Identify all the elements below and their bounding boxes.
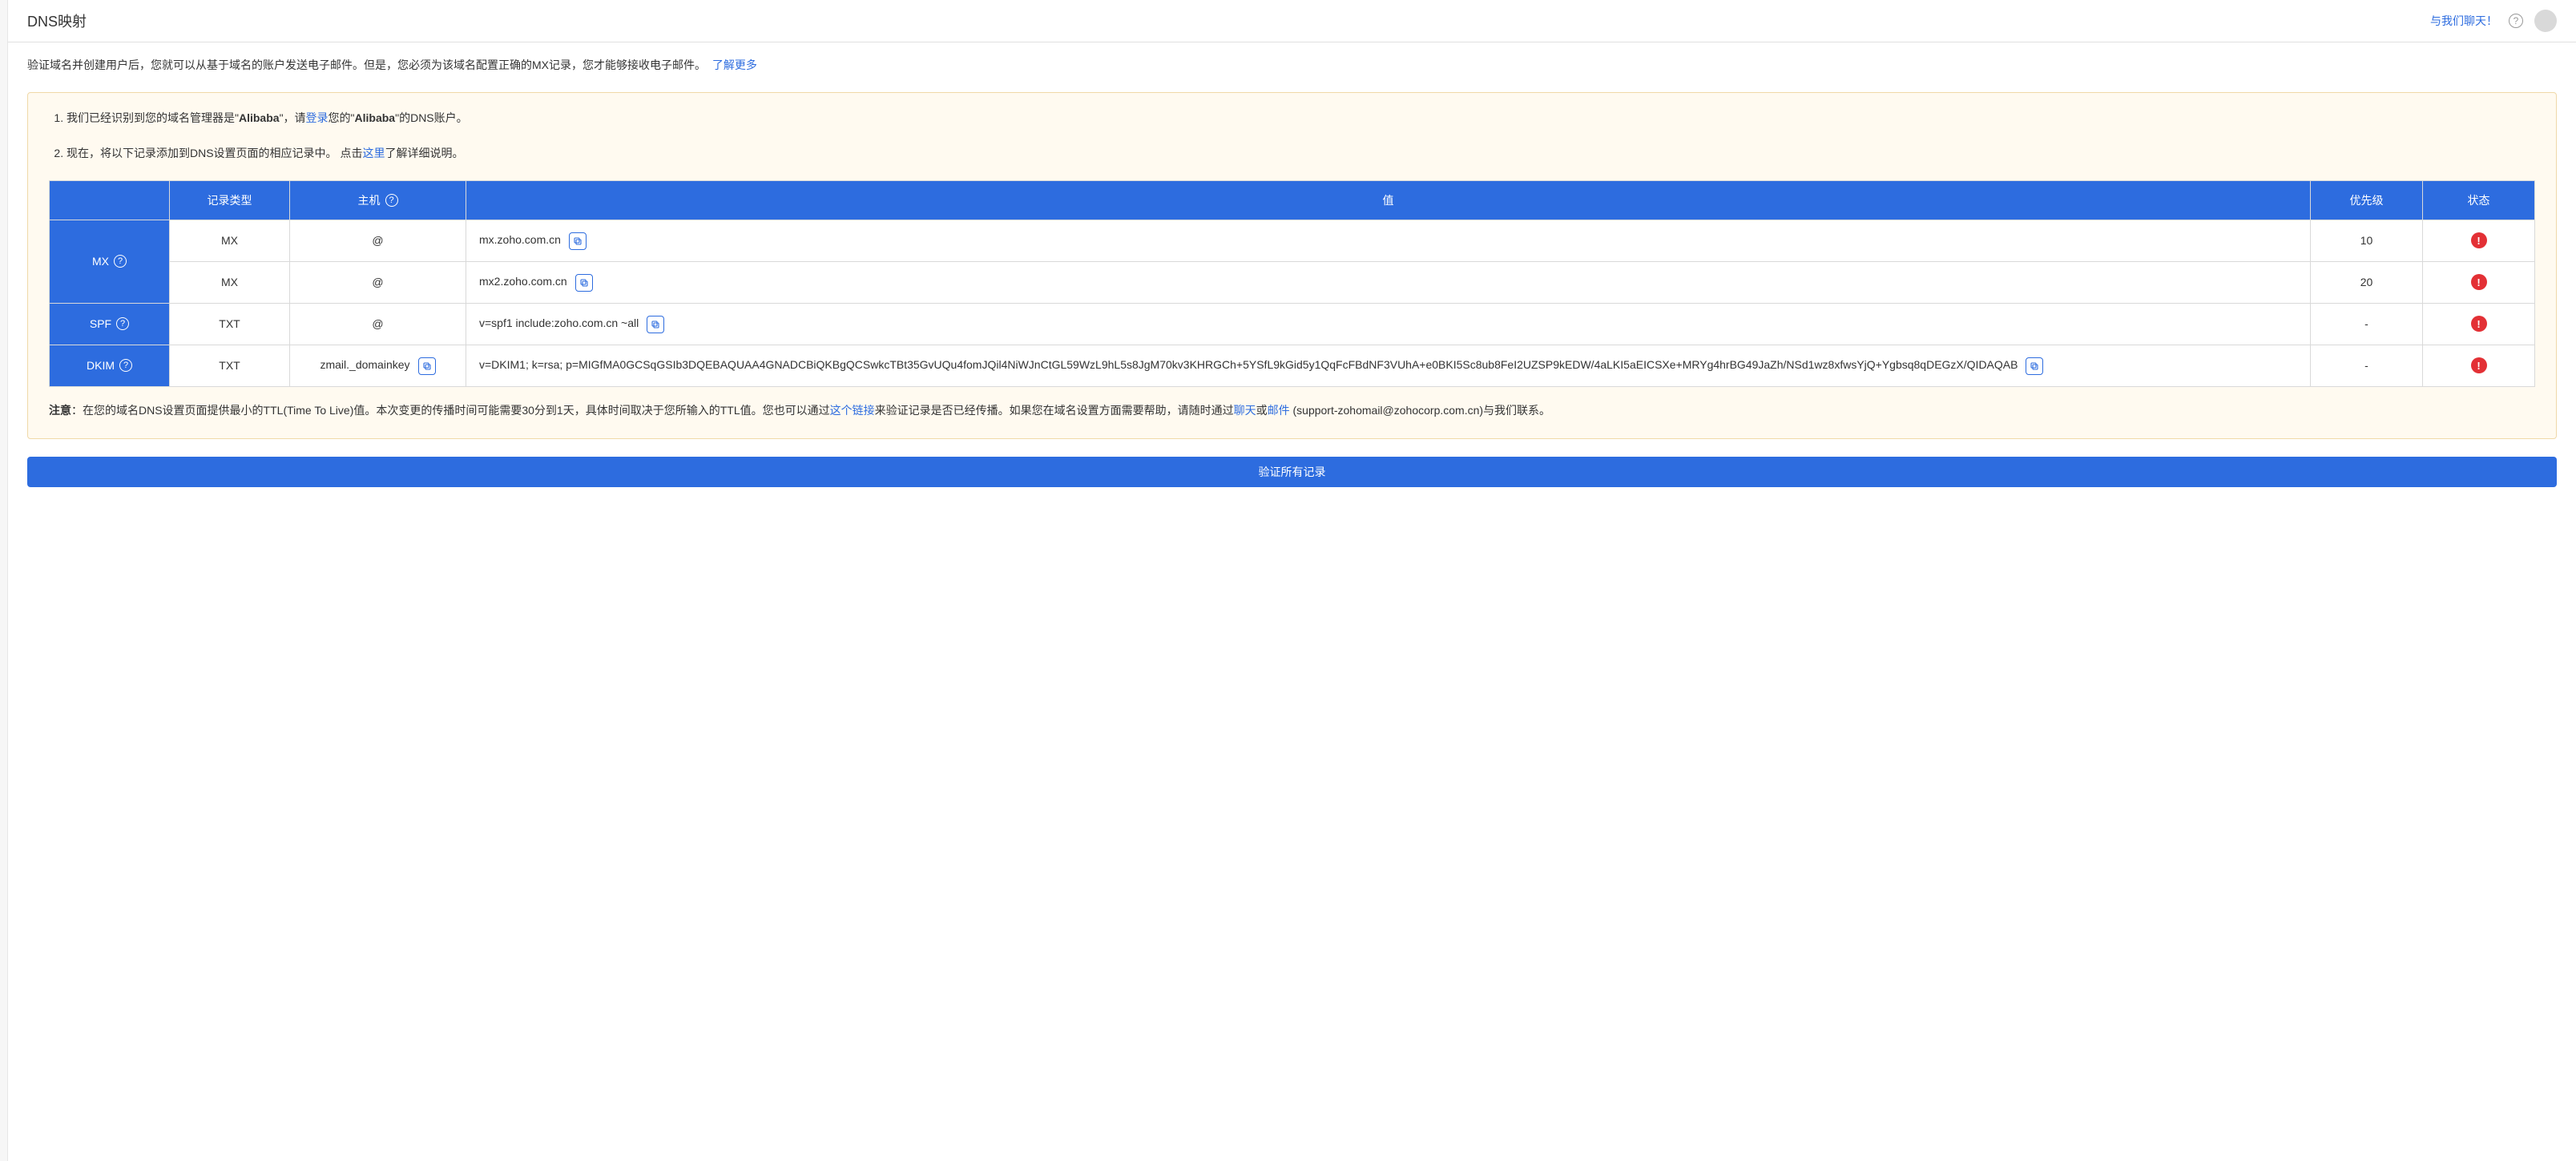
group-dkim: DKIM ? [50,345,170,386]
error-icon: ! [2471,274,2487,290]
note-t1: ：在您的域名DNS设置页面提供最小的TTL(Time To Live)值。本次变… [71,404,830,417]
cell-value: v=DKIM1; k=rsa; p=MIGfMA0GCSqGSIb3DQEBAQ… [466,345,2311,386]
th-empty [50,180,170,220]
chat-link-inline[interactable]: 聊天 [1234,404,1256,417]
table-row: SPF ? TXT @ v=spf1 include:zoho.com.cn ~… [50,303,2535,345]
value-text: mx2.zoho.com.cn [479,273,567,290]
avatar[interactable] [2534,10,2557,32]
tip1-provider2: Alibaba [355,111,396,124]
help-icon[interactable]: ? [114,255,127,268]
tip1-pre: 我们已经识别到您的域名管理器是" [67,111,239,124]
error-icon: ! [2471,357,2487,373]
here-link[interactable]: 这里 [362,147,385,159]
table-row: DKIM ? TXT zmail._domainkey [50,345,2535,386]
copy-icon[interactable] [2026,357,2043,375]
cell-priority: - [2311,303,2423,345]
cell-status: ! [2423,220,2535,261]
cell-host: zmail._domainkey [290,345,466,386]
login-link[interactable]: 登录 [306,111,329,124]
cell-value: mx2.zoho.com.cn [466,261,2311,303]
cell-value: v=spf1 include:zoho.com.cn ~all [466,303,2311,345]
note-text: 注意：在您的域名DNS设置页面提供最小的TTL(Time To Live)值。本… [49,401,2535,421]
copy-icon[interactable] [575,274,593,292]
sidebar-stub [0,0,8,1161]
table-row: MX @ mx2.zoho.com.cn 20 ! [50,261,2535,303]
tip1-mid2: 您的" [329,111,355,124]
help-icon[interactable]: ? [2509,14,2523,28]
cell-value: mx.zoho.com.cn [466,220,2311,261]
cell-priority: - [2311,345,2423,386]
th-priority: 优先级 [2311,180,2423,220]
table-row: MX ? MX @ mx.zoho.com.cn [50,220,2535,261]
tip-item-1: 我们已经识别到您的域名管理器是"Alibaba"，请登录您的"Alibaba"的… [67,109,2535,127]
host-text: zmail._domainkey [320,357,409,373]
value-text: mx.zoho.com.cn [479,232,561,248]
note-t2: 来验证记录是否已经传播。如果您在域名设置方面需要帮助，请随时通过 [875,404,1234,417]
th-status: 状态 [2423,180,2535,220]
group-spf: SPF ? [50,303,170,345]
tip-item-2: 现在，将以下记录添加到DNS设置页面的相应记录中。 点击这里了解详细说明。 [67,144,2535,162]
cell-priority: 20 [2311,261,2423,303]
email-link[interactable]: 邮件 [1268,404,1290,417]
error-icon: ! [2471,232,2487,248]
help-icon[interactable]: ? [385,194,398,207]
tip1-post: "的DNS账户。 [395,111,468,124]
cell-host: @ [290,220,466,261]
help-icon[interactable]: ? [119,359,132,372]
learn-more-link[interactable]: 了解更多 [712,58,757,71]
chat-link[interactable]: 与我们聊天！ [2430,13,2497,29]
dns-table: 记录类型 主机 ? 值 优先级 状态 [49,180,2535,387]
value-text: v=DKIM1; k=rsa; p=MIGfMA0GCSqGSIb3DQEBAQ… [479,357,2018,373]
cell-status: ! [2423,345,2535,386]
verify-link[interactable]: 这个链接 [830,404,875,417]
tips-box: 我们已经识别到您的域名管理器是"Alibaba"，请登录您的"Alibaba"的… [27,92,2557,439]
th-record-type: 记录类型 [170,180,290,220]
th-host: 主机 ? [290,180,466,220]
copy-icon[interactable] [647,316,664,333]
note-t3: 或 [1256,404,1268,417]
tip2-pre: 现在，将以下记录添加到DNS设置页面的相应记录中。 点击 [67,147,362,159]
page-header: DNS映射 与我们聊天！ ? [8,0,2576,42]
th-value: 值 [466,180,2311,220]
tip1-provider: Alibaba [239,111,280,124]
cell-host: @ [290,261,466,303]
cell-type: TXT [170,345,290,386]
help-icon[interactable]: ? [116,317,129,330]
tip1-mid: "，请 [280,111,306,124]
error-icon: ! [2471,316,2487,332]
cell-type: MX [170,220,290,261]
value-text: v=spf1 include:zoho.com.cn ~all [479,315,639,332]
group-mx-label: MX [92,255,109,268]
cell-type: MX [170,261,290,303]
page-title: DNS映射 [27,10,87,31]
verify-all-button[interactable]: 验证所有记录 [27,457,2557,487]
copy-icon[interactable] [569,232,587,250]
cell-status: ! [2423,303,2535,345]
group-dkim-label: DKIM [87,359,115,372]
copy-icon[interactable] [418,357,436,375]
cell-type: TXT [170,303,290,345]
note-label: 注意 [49,404,71,417]
cell-priority: 10 [2311,220,2423,261]
group-spf-label: SPF [90,317,111,330]
intro-message: 验证域名并创建用户后，您就可以从基于域名的账户发送电子邮件。但是，您必须为该域名… [27,58,706,71]
cell-status: ! [2423,261,2535,303]
group-mx: MX ? [50,220,170,303]
note-t4: (support-zohomail@zohocorp.com.cn)与我们联系。 [1290,404,1550,417]
tip2-post: 了解详细说明。 [385,147,463,159]
th-host-label: 主机 [358,192,381,208]
intro-text: 验证域名并创建用户后，您就可以从基于域名的账户发送电子邮件。但是，您必须为该域名… [8,42,2576,87]
cell-host: @ [290,303,466,345]
